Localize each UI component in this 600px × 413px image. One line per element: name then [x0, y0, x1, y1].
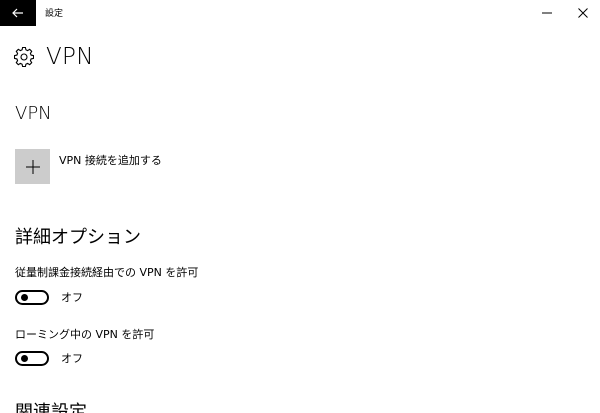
gear-icon: [14, 47, 34, 67]
add-vpn-connection-button[interactable]: VPN 接続を追加する: [15, 149, 162, 184]
roaming-vpn-toggle[interactable]: [15, 350, 49, 366]
close-button[interactable]: [566, 0, 600, 26]
metered-vpn-state: オフ: [61, 291, 83, 304]
close-icon: [578, 8, 588, 18]
back-button[interactable]: [0, 0, 36, 26]
advanced-options-title: 詳細オプション: [15, 227, 141, 248]
metered-vpn-toggle-row: オフ: [15, 289, 83, 305]
title-bar: 設定: [0, 0, 600, 26]
metered-vpn-label: 従量制課金接続経由での VPN を許可: [15, 266, 199, 279]
page-title: VPN: [46, 44, 94, 70]
add-vpn-tile[interactable]: [15, 149, 50, 184]
roaming-vpn-state: オフ: [61, 352, 83, 365]
minimize-icon: [542, 12, 552, 14]
roaming-vpn-label: ローミング中の VPN を許可: [15, 328, 155, 341]
metered-vpn-toggle[interactable]: [15, 289, 49, 305]
add-vpn-label[interactable]: VPN 接続を追加する: [59, 152, 162, 168]
minimize-button[interactable]: [530, 0, 564, 26]
toggle-knob: [21, 293, 28, 301]
plus-icon: [25, 159, 40, 174]
window-title: 設定: [45, 9, 64, 19]
roaming-vpn-toggle-row: オフ: [15, 350, 83, 366]
vpn-section-title: VPN: [15, 103, 52, 124]
related-settings-title: 関連設定: [15, 402, 87, 413]
toggle-knob: [21, 354, 28, 362]
page-header: VPN: [14, 44, 94, 70]
settings-window: 設定 VPN VPN VPN 接続を追加する 詳細オプション 従量制課金接続経由…: [0, 0, 600, 413]
arrow-left-icon: [12, 8, 23, 18]
